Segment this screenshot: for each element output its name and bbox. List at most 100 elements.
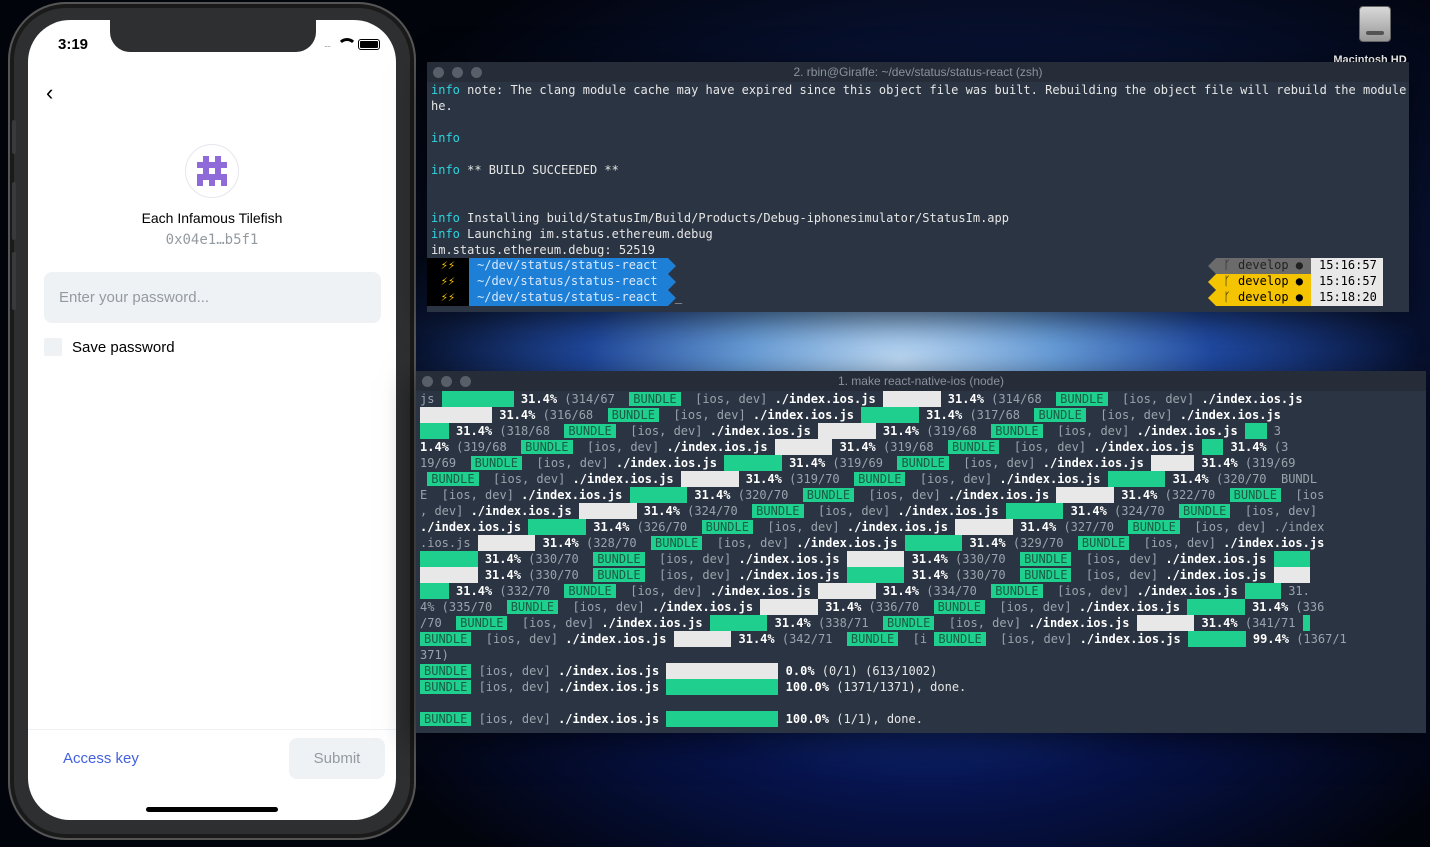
bundle-tag: BUNDLE xyxy=(420,632,472,646)
bundle-text xyxy=(1194,616,1201,630)
terminal-window-node[interactable]: 1. make react-native-ios (node) js 31.4%… xyxy=(416,371,1426,733)
save-password-checkbox[interactable] xyxy=(44,338,62,356)
zoom-icon[interactable] xyxy=(471,67,482,78)
bundle-text: [ios, dev] xyxy=(478,472,573,486)
bundle-text: [ios, dev] xyxy=(644,568,739,582)
terminal-titlebar[interactable]: 1. make react-native-ios (node) xyxy=(416,371,1426,391)
bundle-entry: 31.4% xyxy=(1020,520,1057,534)
progress-line: 31.4% (316/68 BUNDLE [ios, dev] ./index.… xyxy=(416,407,1426,423)
password-input[interactable] xyxy=(44,272,381,323)
bundle-text xyxy=(1049,488,1056,502)
bundle-detail: (1371/1371), done. xyxy=(829,680,967,694)
close-icon[interactable] xyxy=(433,67,444,78)
bundle-text xyxy=(840,568,847,582)
bundle-entry: ./index.ios.js xyxy=(709,584,811,598)
bundle-entry: 31.4% xyxy=(738,632,775,646)
bundle-entry: 31.4% xyxy=(1201,616,1238,630)
progress-bar xyxy=(666,711,779,727)
bundle-entry: ./index.ios.js xyxy=(738,568,840,582)
bundle-text xyxy=(637,504,644,518)
prompt-path: ~/dev/status/status-react xyxy=(469,274,676,290)
bundle-entry: 31.4% xyxy=(1201,456,1238,470)
bundle-entry: 31.4% xyxy=(839,440,876,454)
hard-drive-icon xyxy=(1359,6,1391,42)
progress-bar-fill xyxy=(528,519,586,535)
bundle-tag: BUNDLE xyxy=(752,504,804,518)
bundle-tag: BUNDLE xyxy=(948,440,1000,454)
bundle-text xyxy=(832,440,839,454)
terminal-line: info xyxy=(427,130,1409,146)
bundle-tag: BUNDLE xyxy=(991,584,1043,598)
bundle-entry: 31.4% xyxy=(947,392,984,406)
close-icon[interactable] xyxy=(422,376,433,387)
save-password-row[interactable]: Save password xyxy=(44,338,175,356)
bundle-text xyxy=(739,472,746,486)
status-dot-icon: ● xyxy=(1288,290,1303,304)
bundle-text: (322/70 xyxy=(1157,488,1230,502)
progress-bar-fill xyxy=(420,583,449,599)
minimize-icon[interactable] xyxy=(441,376,452,387)
progress-bar-fill xyxy=(673,631,732,647)
progress-bar-fill xyxy=(774,439,833,455)
terminal-title: 1. make react-native-ios (node) xyxy=(837,374,1005,388)
zoom-icon[interactable] xyxy=(460,376,471,387)
bundle-entry: ./index.ios.js xyxy=(1028,616,1130,630)
bundle-entry: ./index.ios.js xyxy=(774,392,876,406)
bolt-icon: ⚡⚡ xyxy=(427,290,469,306)
bundle-text: (1367/1 xyxy=(1288,632,1347,646)
bundle-entry: ./index.ios.js xyxy=(1201,392,1303,406)
progress-bar xyxy=(666,663,779,679)
bundle-text: , dev] xyxy=(420,504,471,518)
bundle-entry: ./index.ios.js xyxy=(709,424,811,438)
bundle-text: 31. xyxy=(1288,584,1310,598)
submit-button[interactable]: Submit xyxy=(289,738,385,779)
terminal-titlebar[interactable]: 2. rbin@Giraffe: ~/dev/status/status-rea… xyxy=(427,62,1409,82)
bundle-tag: BUNDLE xyxy=(1020,568,1072,582)
terminal-title: 2. rbin@Giraffe: ~/dev/status/status-rea… xyxy=(793,65,1043,79)
volume-up-button xyxy=(12,182,16,240)
access-key-link[interactable]: Access key xyxy=(63,750,139,767)
bundle-entry: ./index.ios.js xyxy=(666,440,768,454)
minimize-icon[interactable] xyxy=(452,67,463,78)
terminal-window-zsh[interactable]: 2. rbin@Giraffe: ~/dev/status/status-rea… xyxy=(427,62,1409,312)
bundle-text xyxy=(840,552,847,566)
bundle-text: (341/71 xyxy=(1237,616,1303,630)
bundle-text: [ios, dev] xyxy=(948,456,1043,470)
bundle-entry: ./index.ios.js xyxy=(558,664,667,678)
branch-name: develop xyxy=(1237,290,1289,304)
account-avatar xyxy=(185,144,239,198)
macintosh-hd-drive[interactable]: Macintosh HD xyxy=(1333,6,1410,66)
bundle-text xyxy=(854,408,861,422)
home-indicator[interactable] xyxy=(146,807,278,812)
bundle-text: [ios, dev] xyxy=(1107,392,1202,406)
bundle-percent: 0.0% xyxy=(778,664,815,678)
bundle-text xyxy=(478,552,485,566)
bundle-text xyxy=(674,472,681,486)
terminal-line: info note: The clang module cache may ha… xyxy=(427,82,1409,98)
bundle-text xyxy=(1129,616,1136,630)
info-tag: info xyxy=(431,211,460,225)
bundle-tag: BUNDLE xyxy=(1128,520,1180,534)
line-text: note: The clang module cache may have ex… xyxy=(459,83,1409,97)
progress-line: E [ios, dev] ./index.ios.js 31.4% (320/7… xyxy=(416,487,1426,503)
bundle-text: [ios, dev] xyxy=(1042,424,1137,438)
progress-bar-fill xyxy=(955,519,1013,535)
back-chevron-icon[interactable]: ‹ xyxy=(46,78,70,108)
final-progress-line: BUNDLE [ios, dev] ./index.ios.js 100.0% … xyxy=(416,711,1426,727)
progress-bar-fill xyxy=(1244,423,1267,439)
bundle-text xyxy=(1238,424,1245,438)
bundle-text: (3 xyxy=(1266,440,1289,454)
bundle-text xyxy=(622,488,629,502)
bundle-entry: 31.4% xyxy=(911,568,948,582)
progress-line: , dev] ./index.ios.js 31.4% (324/70 BUND… xyxy=(416,503,1426,519)
line-text: ** BUILD SUCCEEDED ** xyxy=(459,163,619,177)
bundle-text xyxy=(768,440,775,454)
progress-bar-fill xyxy=(1273,567,1310,583)
branch-icon: ᚴ xyxy=(1223,258,1238,272)
git-branch-badge: ᚴ develop ● xyxy=(1207,290,1311,306)
progress-line: 19/69 BUNDLE [ios, dev] ./index.ios.js 3… xyxy=(416,455,1426,471)
bundle-text xyxy=(1238,584,1245,598)
progress-bar-fill xyxy=(680,471,739,487)
bundle-entry: 31.4% xyxy=(745,472,782,486)
progress-bar-fill xyxy=(420,423,449,439)
